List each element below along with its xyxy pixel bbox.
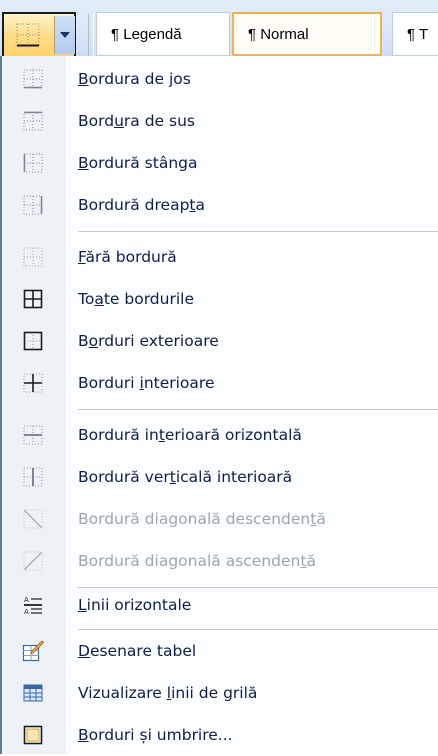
diagonal-up-border-icon bbox=[23, 551, 43, 571]
no-border-icon bbox=[23, 247, 43, 267]
menu-item-label: Bordură stânga bbox=[78, 154, 198, 172]
menu-item-diagonal-up-border: Bordură diagonală ascendentă bbox=[0, 540, 438, 582]
chevron-down-icon bbox=[60, 32, 70, 38]
menu-item-label: Bordura de sus bbox=[78, 112, 195, 130]
view-gridlines-icon bbox=[23, 684, 43, 702]
borders-split-button[interactable] bbox=[2, 12, 76, 56]
menu-item-all-borders[interactable]: Toate bordurile bbox=[0, 278, 438, 320]
menu-item-label: Toate bordurile bbox=[78, 290, 194, 308]
menu-item-right-border[interactable]: Bordură dreapta bbox=[0, 184, 438, 226]
borders-dropdown-menu: Bordura de jos Bordura de sus Bordură st… bbox=[0, 56, 438, 754]
bottom-border-icon bbox=[16, 23, 40, 47]
style-label: ¶ T bbox=[407, 25, 429, 43]
style-label: ¶ Legendă bbox=[111, 25, 182, 43]
menu-item-draw-table[interactable]: Desenare tabel bbox=[0, 630, 438, 672]
menu-item-label: Bordură diagonală ascendentă bbox=[78, 552, 316, 570]
menu-item-left-border[interactable]: Bordură stânga bbox=[0, 142, 438, 184]
menu-separator bbox=[78, 231, 438, 235]
menu-item-label: Fără bordură bbox=[78, 248, 177, 266]
borders-button[interactable] bbox=[6, 16, 50, 54]
style-legenda[interactable]: ¶ Legendă bbox=[96, 12, 230, 56]
style-partial[interactable]: ¶ T bbox=[392, 12, 438, 56]
menu-item-label: Bordură dreapta bbox=[78, 196, 205, 214]
menu-item-view-gridlines[interactable]: Vizualizare linii de grilă bbox=[0, 672, 438, 714]
menu-item-label: Bordură interioară orizontală bbox=[78, 426, 302, 444]
menu-item-no-border[interactable]: Fără bordură bbox=[0, 236, 438, 278]
menu-item-label: Bordura de jos bbox=[78, 70, 191, 88]
menu-item-horizontal-line[interactable]: AA Linii orizontale bbox=[0, 584, 438, 626]
inside-borders-icon bbox=[23, 373, 43, 393]
menu-item-outside-borders[interactable]: Borduri exterioare bbox=[0, 320, 438, 362]
outside-borders-icon bbox=[23, 331, 43, 351]
menu-item-label: Vizualizare linii de grilă bbox=[78, 684, 258, 702]
menu-item-diagonal-down-border: Bordură diagonală descendentă bbox=[0, 498, 438, 540]
ribbon-strip: ¶ Legendă ¶ Normal ¶ T bbox=[0, 0, 438, 56]
menu-item-label: Borduri exterioare bbox=[78, 332, 219, 350]
borders-dropdown-arrow[interactable] bbox=[54, 16, 75, 54]
ribbon-separator bbox=[88, 14, 94, 56]
horizontal-line-icon: AA bbox=[24, 596, 42, 615]
menu-item-bottom-border[interactable]: Bordura de jos bbox=[0, 58, 438, 100]
inside-horizontal-border-icon bbox=[23, 425, 43, 445]
menu-item-label: Bordură verticală interioară bbox=[78, 468, 293, 486]
draw-table-icon bbox=[22, 640, 44, 662]
menu-item-inside-horizontal-border[interactable]: Bordură interioară orizontală bbox=[0, 414, 438, 456]
menu-separator bbox=[78, 409, 438, 413]
top-border-icon bbox=[23, 111, 43, 131]
diagonal-down-border-icon bbox=[23, 509, 43, 529]
inside-vertical-border-icon bbox=[23, 467, 43, 487]
right-border-icon bbox=[23, 195, 43, 215]
menu-item-label: Linii orizontale bbox=[78, 596, 192, 614]
menu-item-inside-vertical-border[interactable]: Bordură verticală interioară bbox=[0, 456, 438, 498]
quick-styles-gallery: ¶ Legendă ¶ Normal ¶ T bbox=[96, 12, 438, 56]
style-label: ¶ Normal bbox=[248, 25, 309, 43]
menu-item-borders-and-shading[interactable]: Borduri și umbrire... bbox=[0, 714, 438, 756]
borders-and-shading-icon bbox=[23, 725, 43, 745]
menu-item-label: Bordură diagonală descendentă bbox=[78, 510, 326, 528]
all-borders-icon bbox=[23, 289, 43, 309]
svg-text:A: A bbox=[24, 596, 29, 604]
menu-item-label: Borduri și umbrire... bbox=[78, 726, 233, 744]
menu-item-inside-borders[interactable]: Borduri interioare bbox=[0, 362, 438, 404]
svg-text:A: A bbox=[24, 608, 29, 615]
style-normal[interactable]: ¶ Normal bbox=[232, 12, 382, 56]
left-border-icon bbox=[23, 153, 43, 173]
bottom-border-icon bbox=[23, 69, 43, 89]
menu-item-label: Borduri interioare bbox=[78, 374, 215, 392]
menu-item-label: Desenare tabel bbox=[78, 642, 197, 660]
menu-item-top-border[interactable]: Bordura de sus bbox=[0, 100, 438, 142]
